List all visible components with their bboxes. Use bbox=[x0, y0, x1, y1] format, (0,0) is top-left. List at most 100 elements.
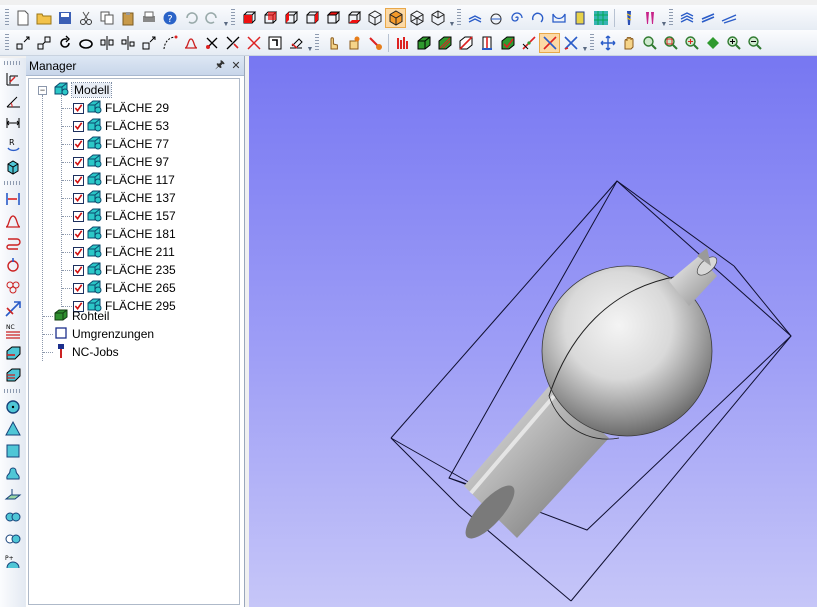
view-iso-icon[interactable] bbox=[364, 8, 385, 28]
star-arrow-icon[interactable] bbox=[0, 298, 26, 320]
bar-chart-icon[interactable] bbox=[392, 33, 413, 53]
tree-node-face[interactable]: FLÄCHE 235 bbox=[73, 261, 176, 279]
stock-icon[interactable] bbox=[569, 8, 590, 28]
tree-node-face[interactable]: FLÄCHE 117 bbox=[73, 171, 175, 189]
toolbar-grip[interactable] bbox=[4, 389, 22, 393]
help-icon[interactable]: ? bbox=[159, 8, 180, 28]
circle-icon[interactable] bbox=[0, 396, 26, 418]
view-top-icon[interactable] bbox=[322, 8, 343, 28]
open-folder-icon[interactable] bbox=[33, 8, 54, 28]
tree-node-face[interactable]: FLÄCHE 29 bbox=[73, 99, 169, 117]
cube-layer-icon[interactable] bbox=[0, 342, 26, 364]
face-checkbox[interactable] bbox=[73, 138, 84, 150]
tool-icon[interactable] bbox=[364, 33, 385, 53]
face-checkbox[interactable] bbox=[73, 282, 84, 294]
tree-node-face[interactable]: FLÄCHE 181 bbox=[73, 225, 176, 243]
print-icon[interactable] bbox=[138, 8, 159, 28]
view-left-icon[interactable] bbox=[280, 8, 301, 28]
toolbar-grip[interactable] bbox=[457, 8, 461, 27]
pocket-icon[interactable] bbox=[548, 8, 569, 28]
collapse-toggle[interactable]: − bbox=[38, 86, 47, 95]
face-checkbox[interactable] bbox=[73, 120, 84, 132]
rotate-r-icon[interactable]: R bbox=[0, 134, 26, 156]
tree-node-face[interactable]: FLÄCHE 137 bbox=[73, 189, 176, 207]
hand-pointer-icon[interactable] bbox=[322, 33, 343, 53]
rotate-cw-icon[interactable] bbox=[75, 33, 96, 53]
face-checkbox[interactable] bbox=[73, 210, 84, 222]
tree-node-face[interactable]: FLÄCHE 97 bbox=[73, 153, 169, 171]
toolbar-overflow-icon[interactable]: ▼ bbox=[222, 8, 230, 28]
erase-icon[interactable] bbox=[285, 33, 306, 53]
toolbar-grip[interactable] bbox=[669, 8, 673, 27]
save-icon[interactable] bbox=[54, 8, 75, 28]
box-green-icon[interactable] bbox=[413, 33, 434, 53]
copy-icon[interactable] bbox=[96, 8, 117, 28]
loop-icon[interactable] bbox=[0, 232, 26, 254]
frame-icon[interactable] bbox=[264, 33, 285, 53]
blob-icon[interactable] bbox=[0, 462, 26, 484]
pin-icon[interactable]: 🖈︎ bbox=[212, 56, 228, 75]
toolbar-overflow-icon[interactable]: ▼ bbox=[306, 33, 314, 53]
toolbar-grip[interactable] bbox=[590, 33, 594, 52]
face-checkbox[interactable] bbox=[73, 156, 84, 168]
tree-node-face[interactable]: FLÄCHE 265 bbox=[73, 279, 176, 297]
view-bottom-icon[interactable] bbox=[343, 8, 364, 28]
double-circle-icon[interactable] bbox=[0, 528, 26, 550]
hand-pan-icon[interactable] bbox=[618, 33, 639, 53]
paste-icon[interactable] bbox=[117, 8, 138, 28]
scissors-icon[interactable] bbox=[201, 33, 222, 53]
layer-plane-icon[interactable] bbox=[718, 8, 739, 28]
box-red-slash-icon[interactable] bbox=[455, 33, 476, 53]
view-right-icon[interactable] bbox=[301, 8, 322, 28]
face-checkbox[interactable] bbox=[73, 192, 84, 204]
tree-node-nc-jobs[interactable]: NC-Jobs bbox=[53, 343, 119, 361]
face-checkbox[interactable] bbox=[73, 102, 84, 114]
hand-move-icon[interactable] bbox=[343, 33, 364, 53]
cut-icon[interactable] bbox=[75, 8, 96, 28]
angle-icon[interactable] bbox=[0, 90, 26, 112]
view-iso2-icon[interactable] bbox=[406, 8, 427, 28]
mask-icon[interactable] bbox=[0, 506, 26, 528]
point-grid-icon[interactable] bbox=[33, 33, 54, 53]
nc-point-icon[interactable]: P+ bbox=[0, 550, 26, 572]
view-front-icon[interactable] bbox=[238, 8, 259, 28]
toolbar-overflow-icon[interactable]: ▼ bbox=[448, 8, 456, 28]
undo-icon[interactable] bbox=[180, 8, 201, 28]
drill-icon[interactable] bbox=[618, 8, 639, 28]
toolbar-grip[interactable] bbox=[5, 8, 9, 27]
box-check-icon[interactable] bbox=[497, 33, 518, 53]
zoom-all-icon[interactable] bbox=[681, 33, 702, 53]
cube-layer2-icon[interactable] bbox=[0, 364, 26, 386]
bell-icon[interactable] bbox=[180, 33, 201, 53]
square-icon[interactable] bbox=[0, 440, 26, 462]
toolbar-grip[interactable] bbox=[5, 33, 9, 52]
cube-cursor-icon[interactable] bbox=[0, 156, 26, 178]
layer-stack-icon[interactable] bbox=[697, 8, 718, 28]
cycle-icon[interactable] bbox=[0, 254, 26, 276]
tree-node-face[interactable]: FLÄCHE 77 bbox=[73, 135, 169, 153]
bell-shape-icon[interactable] bbox=[0, 210, 26, 232]
toolbar-grip[interactable] bbox=[315, 33, 319, 52]
nc-layers-icon[interactable]: NC bbox=[0, 320, 26, 342]
rotate-3d-icon[interactable] bbox=[527, 8, 548, 28]
plane-icon[interactable] bbox=[0, 484, 26, 506]
spiral-icon[interactable] bbox=[506, 8, 527, 28]
tree-node-rohteil[interactable]: Rohteil bbox=[53, 307, 109, 325]
toolbar-grip[interactable] bbox=[4, 181, 22, 185]
toolbar-grip[interactable] bbox=[4, 61, 22, 65]
zoom-window-icon[interactable] bbox=[660, 33, 681, 53]
align-icon[interactable] bbox=[0, 188, 26, 210]
tree-node-face[interactable]: FLÄCHE 53 bbox=[73, 117, 169, 135]
zoom-fit-icon[interactable] bbox=[702, 33, 723, 53]
zoom-icon[interactable] bbox=[639, 33, 660, 53]
tree-node-face[interactable]: FLÄCHE 157 bbox=[73, 207, 176, 225]
view-iso-active-icon[interactable] bbox=[385, 7, 406, 28]
cross-active-icon[interactable] bbox=[539, 32, 560, 53]
pan-arrows-icon[interactable] bbox=[597, 33, 618, 53]
face-checkbox[interactable] bbox=[73, 174, 84, 186]
triangle-icon[interactable] bbox=[0, 418, 26, 440]
dimension-icon[interactable] bbox=[0, 68, 26, 90]
zoom-in-icon[interactable] bbox=[723, 33, 744, 53]
face-checkbox[interactable] bbox=[73, 246, 84, 258]
slash-icon[interactable] bbox=[518, 33, 539, 53]
